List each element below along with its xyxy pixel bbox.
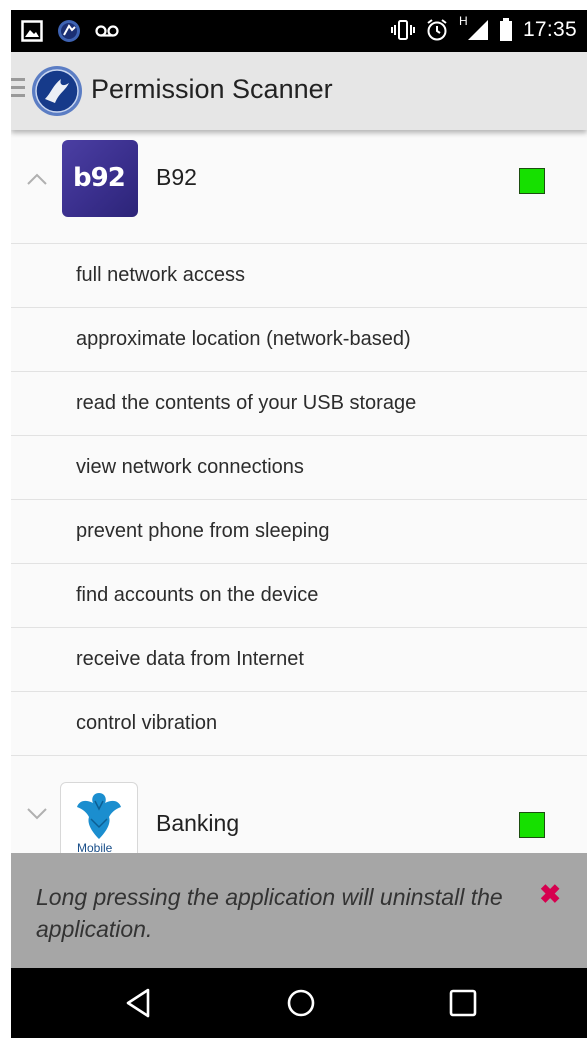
- home-icon[interactable]: [284, 986, 318, 1020]
- voicemail-icon: [95, 25, 119, 37]
- status-indicator-b92: [519, 168, 545, 194]
- permission-item[interactable]: full network access: [11, 244, 587, 308]
- status-bar-notifications: [21, 19, 119, 43]
- vibrate-icon: [390, 20, 415, 40]
- permission-item[interactable]: find accounts on the device: [11, 564, 587, 628]
- status-bar-system: H 17:35: [390, 14, 577, 42]
- app-row-b92[interactable]: b92 B92: [11, 130, 587, 244]
- status-bar: H 17:35: [11, 10, 587, 52]
- action-bar: Permission Scanner: [11, 52, 587, 130]
- eagle-icon: [77, 793, 121, 839]
- chevron-down-icon[interactable]: [26, 806, 48, 820]
- toast-message: Long pressing the application will unins…: [11, 853, 587, 968]
- chevron-up-icon[interactable]: [26, 172, 48, 186]
- permission-item[interactable]: receive data from Internet: [11, 628, 587, 692]
- battery-icon: [499, 18, 512, 41]
- app-list: b92 B92 full network access approximate …: [11, 130, 587, 870]
- app-name-banking: Banking: [156, 810, 240, 836]
- alarm-icon: [427, 19, 447, 41]
- b92-icon-label: b92: [73, 163, 126, 193]
- permission-item[interactable]: view network connections: [11, 436, 587, 500]
- app-notification-icon: [58, 20, 80, 42]
- drawer-menu-icon[interactable]: [11, 78, 25, 102]
- permission-item[interactable]: control vibration: [11, 692, 587, 756]
- app-logo-icon[interactable]: [31, 65, 83, 117]
- toast-text: Long pressing the application will unins…: [36, 884, 503, 942]
- gallery-icon: [21, 20, 43, 42]
- navigation-bar: [11, 968, 587, 1038]
- status-indicator-banking: [519, 812, 545, 838]
- banking-app-icon: Mobile: [60, 782, 138, 861]
- phone-screen: H 17:35 Permission Scanner b92 B92 full …: [11, 10, 587, 1038]
- back-icon[interactable]: [122, 986, 156, 1020]
- permission-item[interactable]: prevent phone from sleeping: [11, 500, 587, 564]
- b92-app-icon: b92: [62, 140, 138, 217]
- app-title: Permission Scanner: [91, 74, 333, 104]
- status-time: 17:35: [522, 18, 577, 41]
- permission-item[interactable]: approximate location (network-based): [11, 308, 587, 372]
- signal-icon: H: [459, 14, 489, 42]
- recents-icon[interactable]: [446, 986, 480, 1020]
- app-name-b92: B92: [156, 164, 197, 190]
- permission-item[interactable]: read the contents of your USB storage: [11, 372, 587, 436]
- close-icon[interactable]: ✖: [539, 879, 561, 910]
